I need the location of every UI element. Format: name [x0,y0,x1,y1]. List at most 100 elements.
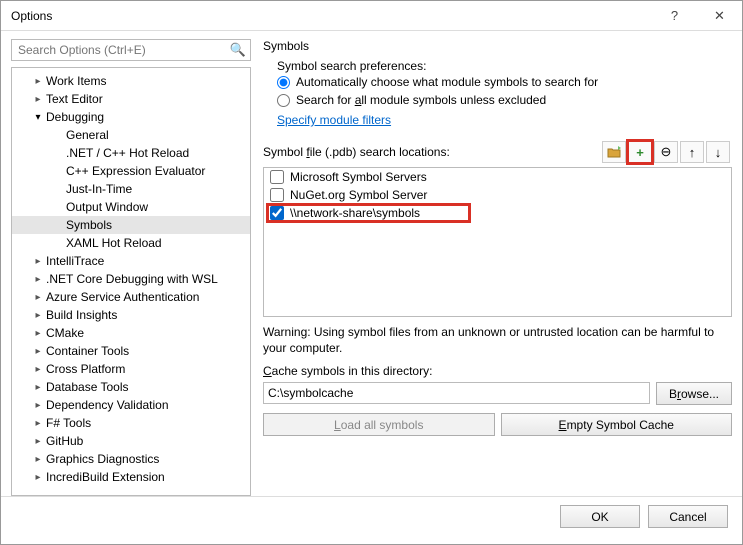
tree-item[interactable]: Work Items [12,72,250,90]
caret-icon [32,76,44,87]
tree-item-label: .NET Core Debugging with WSL [44,272,218,286]
tree-item[interactable]: Dependency Validation [12,396,250,414]
radio-auto-input[interactable] [277,76,290,89]
tree-item-label: Symbols [64,218,112,232]
caret-icon [32,310,44,321]
tree-item[interactable]: C++ Expression Evaluator [12,162,250,180]
tree-item-label: .NET / C++ Hot Reload [64,146,189,160]
caret-icon [32,94,44,105]
empty-cache-button[interactable]: Empty Symbol Cache [501,413,733,436]
ok-button[interactable]: OK [560,505,640,528]
caret-icon [32,418,44,429]
warning-text: Warning: Using symbol files from an unkn… [263,325,732,356]
tree-item[interactable]: .NET / C++ Hot Reload [12,144,250,162]
load-all-button[interactable]: Load all symbols [263,413,495,436]
caret-icon [32,364,44,375]
tree-item-label: Output Window [64,200,148,214]
tree-item[interactable]: Azure Service Authentication [12,288,250,306]
tree-item[interactable]: GitHub [12,432,250,450]
tree-item[interactable]: IncrediBuild Extension [12,468,250,486]
options-tree[interactable]: Work Items Text Editor Debugging General .NE… [12,68,250,495]
location-label: \\network-share\symbols [290,206,420,220]
caret-icon [32,328,44,339]
tree-item-label: CMake [44,326,84,340]
window-title: Options [11,9,652,23]
cache-path-input[interactable] [263,382,650,404]
cache-label: Cache symbols in this directory: [263,364,732,378]
tree-item[interactable]: XAML Hot Reload [12,234,250,252]
location-label: Microsoft Symbol Servers [290,170,427,184]
tree-item-label: Debugging [44,110,104,124]
preferences-label: Symbol search preferences: [263,59,732,73]
search-input[interactable] [16,42,230,58]
location-checkbox[interactable] [270,170,284,184]
tree-item-label: Just-In-Time [64,182,132,196]
help-button[interactable]: ? [652,1,697,31]
move-up-button[interactable]: ↑ [680,141,704,163]
caret-icon [32,382,44,393]
tree-item-label: Text Editor [44,92,103,106]
tree-item[interactable]: .NET Core Debugging with WSL [12,270,250,288]
move-down-button[interactable]: ↓ [706,141,730,163]
tree-item[interactable]: Text Editor [12,90,250,108]
tree-item[interactable]: Symbols [12,216,250,234]
add-location-button[interactable]: + [628,141,652,163]
tree-item-label: IncrediBuild Extension [44,470,165,484]
radio-all[interactable]: Search for all module symbols unless exc… [263,93,732,107]
caret-icon [32,112,44,123]
specify-filters-link[interactable]: Specify module filters [277,113,732,127]
folder-icon[interactable] [602,141,626,163]
browse-button[interactable]: Browse... [656,382,732,405]
radio-auto-label: Automatically choose what module symbols… [296,75,598,89]
locations-list[interactable]: Microsoft Symbol Servers NuGet.org Symbol… [263,167,732,317]
tree-item-label: GitHub [44,434,83,448]
radio-all-input[interactable] [277,94,290,107]
remove-location-button[interactable]: ⊖ [654,141,678,163]
tree-item[interactable]: Graphics Diagnostics [12,450,250,468]
caret-icon [32,436,44,447]
location-checkbox[interactable] [270,188,284,202]
location-row[interactable]: \\network-share\symbols [264,204,731,222]
tree-item-label: Dependency Validation [44,398,169,412]
tree-item-label: Container Tools [44,344,129,358]
tree-item[interactable]: Cross Platform [12,360,250,378]
caret-icon [32,400,44,411]
cancel-button[interactable]: Cancel [648,505,728,528]
tree-item[interactable]: Output Window [12,198,250,216]
tree-item[interactable]: Just-In-Time [12,180,250,198]
tree-item-label: F# Tools [44,416,91,430]
tree-item-label: Graphics Diagnostics [44,452,159,466]
location-row[interactable]: Microsoft Symbol Servers [264,168,731,186]
search-icon: 🔍 [230,42,246,58]
caret-icon [32,274,44,285]
tree-item-label: C++ Expression Evaluator [64,164,205,178]
tree-item[interactable]: General [12,126,250,144]
tree-item-label: Cross Platform [44,362,125,376]
caret-icon [32,454,44,465]
close-button[interactable]: ✕ [697,1,742,31]
tree-item[interactable]: F# Tools [12,414,250,432]
tree-item-label: Build Insights [44,308,117,322]
radio-all-label: Search for all module symbols unless exc… [296,93,546,107]
tree-item[interactable]: Container Tools [12,342,250,360]
locations-label: Symbol file (.pdb) search locations: [263,145,450,159]
tree-item-label: IntelliTrace [44,254,104,268]
tree-item-label: General [64,128,109,142]
tree-item[interactable]: Build Insights [12,306,250,324]
radio-auto[interactable]: Automatically choose what module symbols… [263,75,732,89]
location-row[interactable]: NuGet.org Symbol Server [264,186,731,204]
location-checkbox[interactable] [270,206,284,220]
tree-item-label: XAML Hot Reload [64,236,162,250]
panel-heading: Symbols [263,39,732,53]
tree-item[interactable]: Database Tools [12,378,250,396]
caret-icon [32,292,44,303]
tree-item[interactable]: IntelliTrace [12,252,250,270]
caret-icon [32,346,44,357]
caret-icon [32,256,44,267]
search-box[interactable]: 🔍 [11,39,251,61]
tree-item-label: Database Tools [44,380,129,394]
tree-item-label: Work Items [44,74,106,88]
tree-item[interactable]: Debugging [12,108,250,126]
location-label: NuGet.org Symbol Server [290,188,427,202]
tree-item[interactable]: CMake [12,324,250,342]
